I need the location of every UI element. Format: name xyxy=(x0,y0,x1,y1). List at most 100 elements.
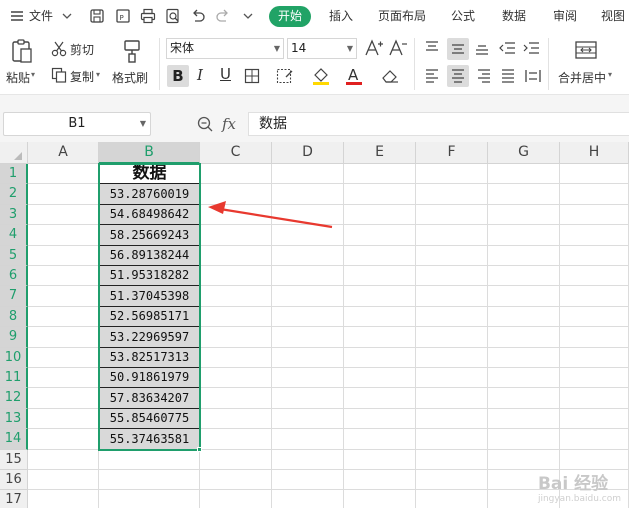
indent-increase-icon[interactable] xyxy=(522,40,540,56)
column-header-h[interactable]: H xyxy=(560,142,629,164)
name-box[interactable]: B1 ▼ xyxy=(3,112,151,136)
cell-b10[interactable]: 53.82517313 xyxy=(99,348,200,368)
row-header-13[interactable]: 13 xyxy=(0,409,28,429)
more-chevron-icon[interactable] xyxy=(239,7,257,25)
scissors-icon[interactable] xyxy=(50,40,68,58)
format-painter-icon[interactable] xyxy=(121,38,143,64)
column-header-b[interactable]: B xyxy=(99,142,200,164)
gridline-vertical xyxy=(343,164,344,508)
row-header-17[interactable]: 17 xyxy=(0,490,28,508)
distribute-icon[interactable] xyxy=(524,68,542,84)
fx-button[interactable]: fx xyxy=(222,115,236,133)
zoom-icon[interactable] xyxy=(196,115,214,133)
hamburger-icon[interactable] xyxy=(8,7,26,25)
column-header-d[interactable]: D xyxy=(272,142,344,164)
align-middle-icon[interactable] xyxy=(447,38,469,60)
row-header-3[interactable]: 3 xyxy=(0,205,28,225)
row-header-5[interactable]: 5 xyxy=(0,246,28,266)
column-header-a[interactable]: A xyxy=(28,142,99,164)
cell-b9[interactable]: 53.22969597 xyxy=(99,327,200,348)
row-header-16[interactable]: 16 xyxy=(0,470,28,490)
tab-insert[interactable]: 插入 xyxy=(329,7,353,25)
justify-icon[interactable] xyxy=(500,68,516,84)
paste-dropdown-icon[interactable]: ▾ xyxy=(31,70,35,79)
align-bottom-icon[interactable] xyxy=(474,40,490,56)
font-name-select[interactable]: 宋体 ▼ xyxy=(166,38,284,59)
row-header-14[interactable]: 14 xyxy=(0,429,28,450)
redo-icon[interactable] xyxy=(214,7,232,25)
select-all-corner[interactable] xyxy=(0,142,28,164)
font-size-select[interactable]: 14 ▼ xyxy=(287,38,357,59)
paste-button[interactable]: 粘贴 xyxy=(6,69,30,86)
format-painter-button[interactable]: 格式刷 xyxy=(112,69,148,86)
formula-input[interactable]: 数据 xyxy=(248,112,629,136)
copy-dropdown-icon[interactable]: ▾ xyxy=(96,70,100,79)
tab-view[interactable]: 视图 xyxy=(601,7,625,25)
fill-color-icon[interactable] xyxy=(311,66,331,86)
merge-dropdown-icon[interactable]: ▾ xyxy=(608,70,612,79)
cell-b12[interactable]: 57.83634207 xyxy=(99,388,200,409)
italic-button[interactable]: I xyxy=(197,66,203,84)
decrease-font-icon[interactable] xyxy=(388,39,408,57)
tab-home[interactable]: 开始 xyxy=(269,6,311,27)
copy-button[interactable]: 复制 xyxy=(70,68,94,85)
column-header-f[interactable]: F xyxy=(416,142,488,164)
row-header-9[interactable]: 9 xyxy=(0,327,28,348)
align-top-icon[interactable] xyxy=(424,40,440,56)
tab-page-layout[interactable]: 页面布局 xyxy=(378,7,426,25)
row-header-11[interactable]: 11 xyxy=(0,368,28,388)
cell-b8[interactable]: 52.56985171 xyxy=(99,307,200,327)
row-header-4[interactable]: 4 xyxy=(0,225,28,246)
tab-data[interactable]: 数据 xyxy=(502,7,526,25)
row-header-7[interactable]: 7 xyxy=(0,286,28,307)
cell-b13[interactable]: 55.85460775 xyxy=(99,409,200,429)
cell-b14[interactable]: 55.37463581 xyxy=(99,429,200,450)
copy-icon[interactable] xyxy=(50,66,68,84)
chevron-down-icon[interactable] xyxy=(58,7,76,25)
column-header-g[interactable]: G xyxy=(488,142,560,164)
row-header-8[interactable]: 8 xyxy=(0,307,28,327)
export-icon[interactable]: P xyxy=(114,7,132,25)
cell-b6[interactable]: 51.95318282 xyxy=(99,266,200,286)
cell-b11[interactable]: 50.91861979 xyxy=(99,368,200,388)
fill-pattern-icon[interactable] xyxy=(276,68,296,84)
row-header-12[interactable]: 12 xyxy=(0,388,28,409)
print-preview-icon[interactable] xyxy=(164,7,182,25)
font-color-icon[interactable]: A xyxy=(345,65,363,87)
tab-formulas[interactable]: 公式 xyxy=(451,7,475,25)
row-header-2[interactable]: 2 xyxy=(0,184,28,205)
align-right-icon[interactable] xyxy=(476,68,492,84)
column-header-c[interactable]: C xyxy=(200,142,272,164)
bold-button[interactable]: B xyxy=(167,65,189,87)
merge-center-button[interactable]: 合并居中 xyxy=(558,69,606,86)
row-header-6[interactable]: 6 xyxy=(0,266,28,286)
indent-decrease-icon[interactable] xyxy=(498,40,516,56)
border-icon[interactable] xyxy=(244,68,262,84)
cell-b4[interactable]: 58.25669243 xyxy=(99,225,200,246)
paste-icon[interactable] xyxy=(10,38,34,64)
undo-icon[interactable] xyxy=(189,7,207,25)
column-header-e[interactable]: E xyxy=(344,142,416,164)
file-menu[interactable]: 文件 xyxy=(29,7,53,25)
cut-button[interactable]: 剪切 xyxy=(70,41,94,58)
merge-center-icon[interactable] xyxy=(574,40,598,60)
fill-handle[interactable] xyxy=(197,447,202,452)
increase-font-icon[interactable] xyxy=(364,39,384,57)
save-icon[interactable] xyxy=(88,7,106,25)
align-center-button[interactable] xyxy=(447,65,469,87)
row-header-10[interactable]: 10 xyxy=(0,348,28,368)
spreadsheet-grid[interactable]: A B C D E F G H 1 2 3 4 5 6 7 8 9 10 11 12 13 14 15 16 17 数据 53.28… xyxy=(0,142,629,508)
cell-b1[interactable]: 数据 xyxy=(99,164,200,184)
print-icon[interactable] xyxy=(139,7,157,25)
cell-b5[interactable]: 56.89138244 xyxy=(99,246,200,266)
row-header-15[interactable]: 15 xyxy=(0,450,28,470)
clear-format-icon[interactable] xyxy=(380,67,402,85)
row-header-1[interactable]: 1 xyxy=(0,164,28,184)
underline-button[interactable]: U xyxy=(220,65,231,83)
tab-review[interactable]: 审阅 xyxy=(553,7,577,25)
gridline-vertical xyxy=(559,164,560,508)
align-left-icon[interactable] xyxy=(424,68,440,84)
cell-b3[interactable]: 54.68498642 xyxy=(99,205,200,225)
cell-b2[interactable]: 53.28760019 xyxy=(99,184,200,205)
cell-b7[interactable]: 51.37045398 xyxy=(99,286,200,307)
